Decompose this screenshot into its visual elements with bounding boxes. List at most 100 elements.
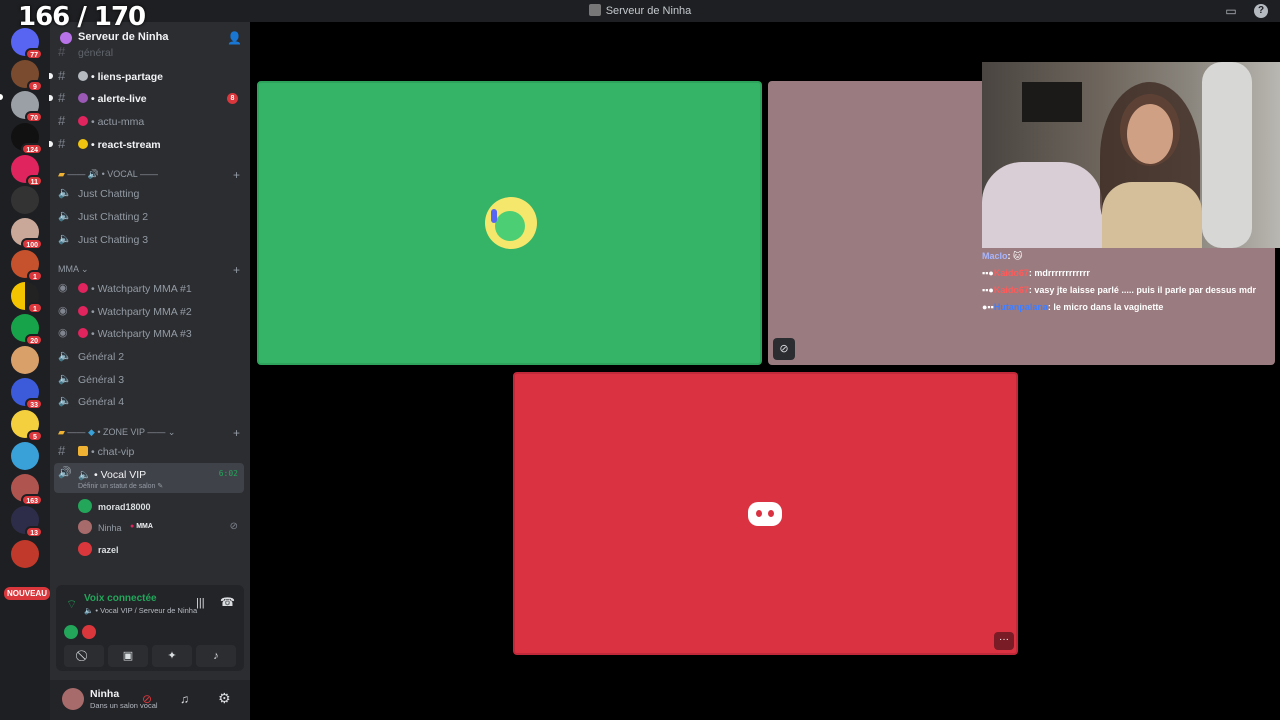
mic-muted-icon[interactable]: ⊘ (142, 692, 152, 706)
headphones-icon[interactable]: ♫ (180, 692, 189, 706)
stage-channel-watchparty-1[interactable]: ◉ • Watchparty MMA #1 (54, 278, 244, 298)
voice-channel-just-chatting-3[interactable]: 🔈 Just Chatting 3 (54, 229, 244, 249)
status-text: Définir un statut de salon (78, 483, 156, 490)
category-vocal[interactable]: ▰ —— 🔊 • VOCAL —— + (58, 168, 244, 183)
pencil-icon: ✎ (157, 483, 164, 490)
add-channel-icon[interactable]: + (233, 263, 240, 277)
badge: 20 (25, 334, 43, 346)
participant-tile-red[interactable]: ··· (513, 372, 1018, 655)
badge: 11 (25, 175, 43, 187)
badge: 77 (25, 48, 43, 60)
channel-name: liens-partage (97, 71, 163, 83)
hash-icon: # (58, 443, 66, 458)
server-icon-16[interactable]: 13 (11, 506, 43, 538)
window-title: Serveur de Ninha (0, 4, 1280, 17)
more-options-icon[interactable]: ··· (994, 632, 1014, 650)
server-icon-7[interactable]: 100 (11, 218, 43, 250)
server-icon-13[interactable]: 5 (11, 410, 43, 442)
channel-label: Just Chatting 3 (78, 234, 149, 246)
server-icon-4[interactable]: 124 (11, 123, 43, 155)
screen-share-button[interactable]: ▣ (108, 645, 148, 667)
channel-label: Général 4 (78, 396, 125, 408)
voice-channel-general-2[interactable]: 🔈 Général 2 (54, 346, 244, 366)
avatar (78, 499, 92, 513)
speaker-icon: 🔊 (58, 467, 72, 479)
voice-channel-just-chatting-2[interactable]: 🔈 Just Chatting 2 (54, 206, 244, 226)
active-voice-channel[interactable]: 🔊 🔈 • Vocal VIP 6:02 Définir un statut d… (54, 463, 244, 493)
channel-label: Just Chatting 2 (78, 211, 149, 223)
server-icon-2[interactable]: 9 (11, 60, 43, 92)
server-icon-9[interactable]: 1 (11, 282, 43, 314)
voice-channel-just-chatting[interactable]: 🔈 Just Chatting (54, 183, 244, 203)
inbox-icon[interactable]: ▭ (1224, 4, 1238, 18)
chat-text: : 🐱 (1007, 251, 1023, 261)
badge: 70 (25, 111, 43, 123)
badge: 1 (27, 270, 43, 282)
server-icon-11[interactable] (11, 346, 39, 374)
participant-tile-green[interactable] (257, 81, 762, 365)
server-icon-10[interactable]: 20 (11, 314, 43, 346)
channel-general[interactable]: # général (54, 42, 244, 62)
chat-username: Hutanpalana (993, 302, 1048, 312)
voice-member[interactable]: morad18000 (78, 496, 244, 516)
badge: 5 (27, 430, 43, 442)
chat-username: Maclo (982, 251, 1008, 261)
category-mma[interactable]: MMA ⌄ + (58, 263, 244, 278)
server-icon-1[interactable]: 77 (11, 28, 43, 60)
stage-channel-watchparty-2[interactable]: ◉ • Watchparty MMA #2 (54, 301, 244, 321)
channel-label: • chat-vip (78, 446, 134, 458)
chat-message: ▪▪●Kaido67: mdrrrrrrrrrrrr (982, 267, 1274, 280)
activity-icon[interactable] (64, 625, 78, 639)
noise-suppression-icon[interactable]: ||| (196, 597, 205, 609)
channel-label: Just Chatting (78, 188, 140, 200)
server-icon-6[interactable] (11, 186, 39, 214)
speaker-icon: 🔈 (58, 187, 72, 199)
avatar[interactable] (62, 688, 84, 710)
overlay-counter: 166 / 170 (18, 2, 146, 32)
server-icon-14[interactable] (11, 442, 39, 470)
server-icon-8[interactable]: 1 (11, 250, 43, 282)
soundboard-button[interactable]: ♪ (196, 645, 236, 667)
call-timer: 6:02 (218, 469, 238, 478)
channel-actu-mma[interactable]: # • actu-mma (54, 111, 244, 131)
activities-button[interactable]: ✦ (152, 645, 192, 667)
boxing-glove-icon (78, 306, 88, 316)
voice-member[interactable]: razel (78, 539, 244, 559)
add-channel-icon[interactable]: + (233, 426, 240, 440)
stage-icon: ◉ (58, 327, 68, 339)
channel-liens-partage[interactable]: # • liens-partage (49, 66, 244, 86)
blanket (982, 162, 1102, 248)
channel-chat-vip[interactable]: # • chat-vip (54, 441, 244, 461)
add-channel-icon[interactable]: + (233, 168, 240, 182)
settings-gear-icon[interactable]: ⚙ (218, 690, 231, 707)
channel-status[interactable]: Définir un statut de salon ✎ (78, 482, 163, 490)
server-icon-5[interactable]: 11 (11, 155, 43, 187)
camera-off-button[interactable]: ⃠ (64, 645, 104, 667)
character-face (495, 211, 525, 241)
badge: 13 (25, 526, 43, 538)
voice-member[interactable]: Ninha ● MMA ⊘ (78, 517, 244, 537)
channel-label: 🔈 • Vocal VIP (78, 469, 147, 481)
chat-text: : vasy jte laisse parlé ..... puis il pa… (1028, 285, 1256, 295)
badge: 124 (21, 143, 43, 155)
signal-icon: ⌔ (66, 597, 78, 611)
stage-channel-watchparty-3[interactable]: ◉ • Watchparty MMA #3 (54, 323, 244, 343)
voice-channel-general-3[interactable]: 🔈 Général 3 (54, 369, 244, 389)
voice-location[interactable]: 🔈 • Vocal VIP / Serveur de Ninha (84, 606, 197, 615)
channel-label: • react-stream (78, 139, 161, 151)
channel-label: • liens-partage (78, 71, 163, 83)
category-zone-vip[interactable]: ▰ —— ◆ • ZONE VIP —— ⌄ + (58, 426, 244, 441)
channel-react-stream[interactable]: # • react-stream (49, 134, 244, 154)
server-icon-15[interactable]: 163 (11, 474, 43, 506)
voice-channel-general-4[interactable]: 🔈 Général 4 (54, 391, 244, 411)
activity-icon[interactable] (82, 625, 96, 639)
channel-alerte-live[interactable]: # • alerte-live 8 (49, 88, 244, 108)
channel-label: • actu-mma (78, 116, 144, 128)
help-icon[interactable]: ? (1254, 4, 1268, 18)
server-icon-17[interactable] (11, 540, 39, 568)
user-name: Ninha (90, 688, 120, 700)
disconnect-icon[interactable]: ☎ (220, 595, 235, 609)
server-icon-12[interactable]: 33 (11, 378, 43, 410)
emoji-icon (78, 139, 88, 149)
server-icon-3[interactable]: 70 (11, 91, 43, 123)
